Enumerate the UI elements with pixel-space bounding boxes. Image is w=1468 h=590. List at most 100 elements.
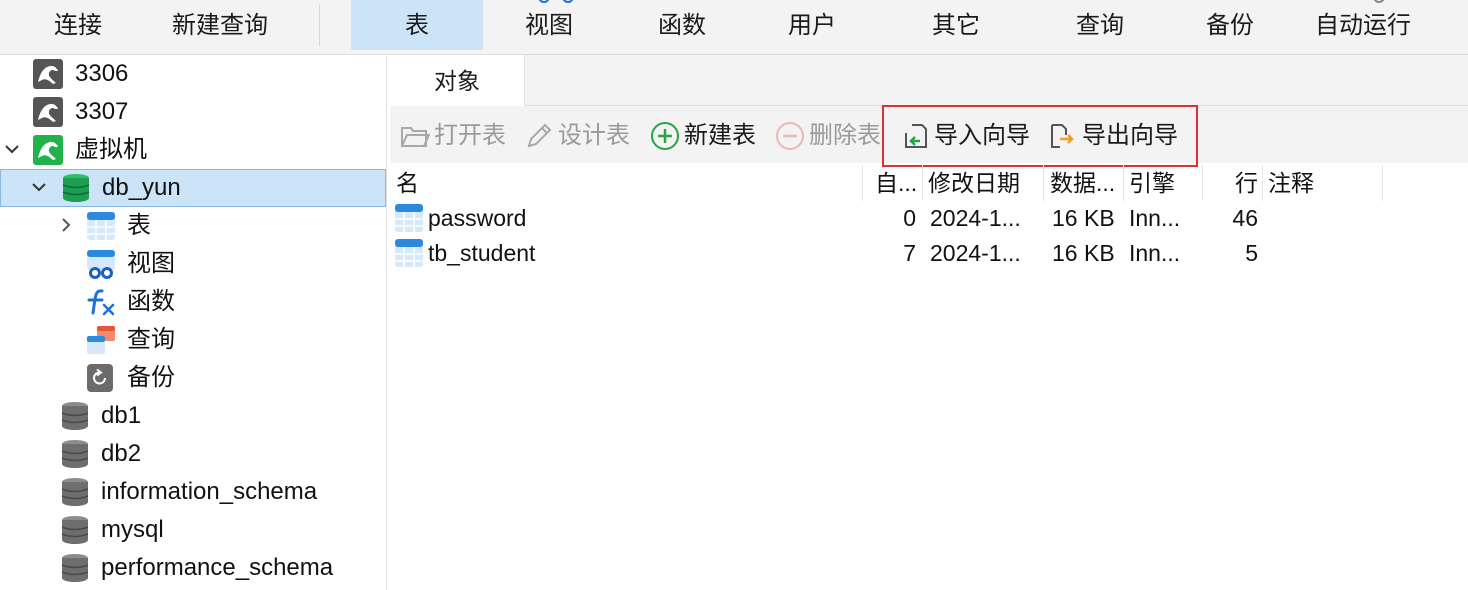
toolbar-new-query-button[interactable]: 新建查询 (160, 0, 280, 50)
tree-database-information-schema[interactable]: information_schema (0, 473, 386, 511)
toolbar-connect-button[interactable]: 连接 (22, 0, 134, 50)
cell-engine: Inn... (1129, 205, 1181, 231)
cell-name: password (428, 205, 527, 231)
tree-database-db2[interactable]: db2 (0, 435, 386, 473)
column-divider[interactable] (1123, 165, 1124, 201)
delete-table-label: 删除表 (809, 122, 881, 149)
table-icon (395, 204, 423, 232)
open-table-label: 打开表 (434, 122, 506, 149)
minus-circle-icon (776, 122, 804, 150)
delete-table-button[interactable]: 删除表 (775, 120, 885, 152)
database-icon (62, 174, 90, 202)
tree-item-queries[interactable]: 查询 (0, 321, 386, 359)
tree-label: 3307 (75, 98, 129, 125)
cell-data-length: 16 KB (1052, 240, 1115, 266)
backup-icon (87, 364, 113, 392)
view-icon (87, 250, 115, 279)
tree-connection-3307[interactable]: 3307 (0, 93, 386, 131)
cell-modified-date: 2024-1... (930, 240, 1021, 266)
query-icon (87, 326, 115, 354)
toolbar-other-button[interactable]: 其它 (896, 0, 1016, 50)
tree-database-performance-schema[interactable]: performance_schema (0, 549, 386, 587)
cell-auto-increment: 0 (903, 205, 916, 231)
cell-auto-increment: 7 (903, 240, 916, 266)
pencil-icon (527, 123, 552, 148)
cell-comment (1268, 201, 1378, 236)
tree-label: db_yun (102, 174, 181, 201)
tab-objects[interactable]: 对象 (390, 55, 525, 106)
cell-rows: 46 (1232, 205, 1258, 231)
tree-connection-vm[interactable]: 虚拟机 (0, 131, 386, 169)
table-icon (395, 239, 423, 267)
cell-data-length: 16 KB (1052, 205, 1115, 231)
tree-label: information_schema (101, 478, 318, 505)
tree-label: db2 (101, 440, 142, 467)
tree-item-tables[interactable]: 表 (0, 207, 386, 245)
table-header: 名 自... 修改日期 数据... 引擎 行 注释 (390, 165, 1468, 201)
tree-item-functions[interactable]: 函数 (0, 283, 386, 321)
column-header-comment[interactable]: 注释 (1268, 165, 1378, 201)
column-divider[interactable] (1202, 165, 1203, 201)
column-header-name[interactable]: 名 (396, 165, 856, 201)
design-table-button[interactable]: 设计表 (524, 120, 642, 152)
cell-name: tb_student (428, 240, 536, 266)
chevron-down-icon[interactable] (29, 177, 49, 197)
database-icon (61, 554, 89, 582)
column-header-auto-increment[interactable]: 自... (875, 165, 925, 201)
tree-label: 函数 (127, 288, 175, 315)
column-divider[interactable] (862, 165, 863, 201)
database-icon (61, 478, 89, 506)
mysql-connection-icon (33, 135, 63, 165)
column-header-modified-date[interactable]: 修改日期 (928, 165, 1038, 201)
column-divider[interactable] (922, 165, 923, 201)
column-header-engine[interactable]: 引擎 (1129, 165, 1199, 201)
folder-open-icon (401, 127, 430, 147)
column-header-rows[interactable]: 行 (1210, 165, 1258, 201)
chevron-right-icon[interactable] (56, 215, 76, 235)
cell-rows: 5 (1245, 240, 1258, 266)
tree-item-views[interactable]: 视图 (0, 245, 386, 283)
object-panel: 对象 打开表 设计表 新建表 删除表 导入向导 导出向导 名 自... 修改日期… (390, 55, 1468, 590)
column-divider[interactable] (1262, 165, 1263, 201)
column-header-data-length[interactable]: 数据... (1050, 165, 1120, 201)
tree-label: 视图 (127, 250, 175, 277)
mysql-connection-icon (33, 97, 63, 127)
database-icon (61, 440, 89, 468)
design-table-label: 设计表 (558, 122, 630, 149)
tree-database-db1[interactable]: db1 (0, 397, 386, 435)
column-divider[interactable] (1382, 165, 1383, 201)
toolbar-user-button[interactable]: 用户 (752, 0, 872, 50)
new-table-label: 新建表 (684, 122, 756, 149)
tree-database-selected[interactable]: db_yun (0, 169, 386, 207)
tree-label: performance_schema (101, 554, 334, 581)
tree-label: mysql (101, 516, 164, 543)
toolbar-automation-button[interactable]: 自动运行 (1304, 0, 1422, 50)
tree-label: db1 (101, 402, 142, 429)
toolbar-table-button[interactable]: 表 (351, 0, 483, 50)
tree-label: 表 (127, 212, 151, 239)
chevron-down-icon[interactable] (2, 139, 22, 159)
tree-item-backups[interactable]: 备份 (0, 359, 386, 397)
tab-strip: 对象 (390, 55, 1468, 106)
toolbar-view-button[interactable]: 视图 (490, 0, 608, 50)
new-table-button[interactable]: 新建表 (650, 120, 768, 152)
tree-database-mysql[interactable]: mysql (0, 511, 386, 549)
toolbar-query-button[interactable]: 查询 (1040, 0, 1160, 50)
tree-label: 查询 (127, 326, 175, 353)
table-row[interactable]: tb_student 7 2024-1... 16 KB Inn... 5 (390, 236, 1468, 271)
column-divider[interactable] (1043, 165, 1044, 201)
plus-circle-icon (651, 122, 679, 150)
highlight-annotation (882, 105, 1198, 167)
toolbar-backup-button[interactable]: 备份 (1170, 0, 1290, 50)
tree-label: 备份 (127, 364, 175, 391)
tree-label: 虚拟机 (75, 136, 147, 163)
open-table-button[interactable]: 打开表 (400, 120, 518, 152)
tree-connection-3306[interactable]: 3306 (0, 55, 386, 93)
cell-modified-date: 2024-1... (930, 205, 1021, 231)
table-row[interactable]: password 0 2024-1... 16 KB Inn... 46 (390, 201, 1468, 236)
main-toolbar: 连接 新建查询 表 视图 函数 用户 其它 查询 备份 自动运行 (0, 0, 1468, 55)
toolbar-divider (319, 4, 320, 46)
toolbar-function-button[interactable]: 函数 (622, 0, 742, 50)
function-icon (87, 289, 115, 316)
table-icon (87, 212, 115, 240)
